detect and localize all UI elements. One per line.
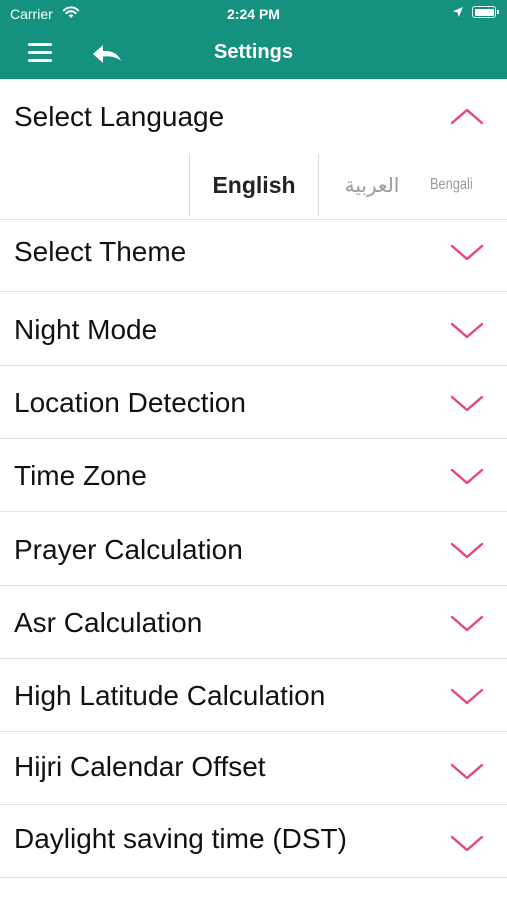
- setting-label: Time Zone: [14, 460, 147, 491]
- battery-icon: [472, 6, 499, 18]
- chevron-down-icon: [450, 395, 484, 412]
- setting-high-latitude-calculation[interactable]: High Latitude Calculation: [0, 660, 507, 732]
- location-arrow-icon: [453, 7, 463, 17]
- setting-daylight-saving-time[interactable]: Daylight saving time (DST): [0, 806, 507, 878]
- language-option-english[interactable]: English: [190, 152, 318, 218]
- setting-location-detection[interactable]: Location Detection: [0, 367, 507, 439]
- setting-label: Select Language: [14, 101, 225, 132]
- setting-label: Select Theme: [14, 236, 187, 267]
- chevron-down-icon: [450, 835, 484, 852]
- chevron-down-icon: [450, 763, 484, 780]
- setting-label: High Latitude Calculation: [14, 680, 326, 711]
- chevron-down-icon: [450, 615, 484, 632]
- setting-label: Daylight saving time (DST): [14, 823, 347, 854]
- chevron-down-icon: [450, 688, 484, 705]
- setting-hijri-calendar-offset[interactable]: Hijri Calendar Offset: [0, 733, 507, 805]
- chevron-down-icon: [450, 244, 484, 261]
- chevron-down-icon: [450, 468, 484, 485]
- setting-label: Location Detection: [14, 387, 246, 418]
- page-title: Settings: [214, 41, 293, 63]
- setting-prayer-calculation[interactable]: Prayer Calculation: [0, 514, 507, 586]
- language-option-bengali[interactable]: Bengali: [430, 152, 473, 218]
- app-header: Carrier 2:24 PM Settings: [0, 0, 507, 79]
- chevron-down-icon: [450, 322, 484, 339]
- status-bar: Carrier 2:24 PM: [0, 0, 507, 28]
- setting-asr-calculation[interactable]: Asr Calculation: [0, 587, 507, 659]
- chevron-up-icon: [450, 108, 484, 125]
- setting-time-zone[interactable]: Time Zone: [0, 440, 507, 512]
- setting-label: Asr Calculation: [14, 607, 203, 638]
- setting-label: Hijri Calendar Offset: [14, 751, 266, 782]
- setting-select-theme[interactable]: Select Theme: [0, 220, 507, 292]
- divider: [318, 154, 319, 216]
- status-time: 2:24 PM: [227, 6, 280, 22]
- setting-night-mode[interactable]: Night Mode: [0, 294, 507, 366]
- nav-bar: Settings: [0, 30, 507, 76]
- language-picker: English العربية Bengali: [0, 152, 507, 220]
- setting-label: Night Mode: [14, 314, 158, 345]
- setting-label: Prayer Calculation: [14, 534, 243, 565]
- chevron-down-icon: [450, 542, 484, 559]
- setting-select-language[interactable]: Select Language: [0, 79, 507, 152]
- language-option-arabic[interactable]: العربية: [320, 152, 424, 218]
